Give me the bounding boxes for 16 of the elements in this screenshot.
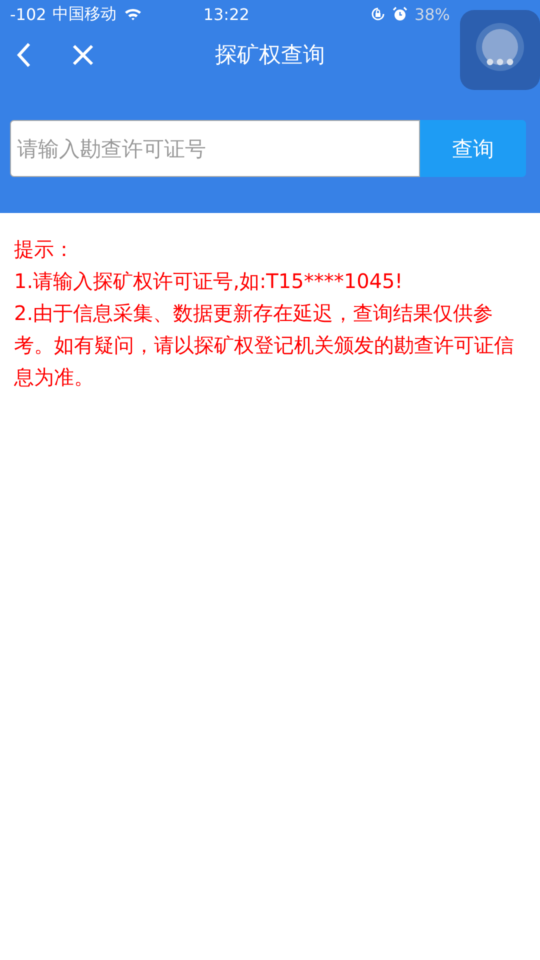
rotation-lock-icon [370, 6, 386, 22]
close-icon[interactable] [72, 44, 94, 66]
alarm-icon [392, 6, 408, 22]
carrier-name: 中国移动 [52, 4, 116, 24]
search-field[interactable]: 请输入勘查许可证号 [10, 120, 420, 177]
signal-strength: -102 [10, 4, 46, 24]
search-button[interactable]: 查询 [420, 120, 526, 177]
hint-text: 1.请输入探矿权许可证号,如:T15****1045! [14, 268, 404, 295]
clock-time: 13:22 [202, 4, 250, 24]
back-icon[interactable] [16, 42, 32, 68]
hint-text: 提示： [14, 236, 75, 263]
floating-menu-icon[interactable] [460, 10, 540, 90]
hint-text: 2.由于信息采集、数据更新存在延迟，查询结果仅供参考。如有疑问，请以探矿权登记机关颁发的勘查许可证信息为准。 [14, 300, 515, 391]
wifi-icon [124, 7, 142, 21]
battery-percent: 38% [414, 4, 450, 24]
page-title: 探矿权查询 [215, 42, 325, 70]
